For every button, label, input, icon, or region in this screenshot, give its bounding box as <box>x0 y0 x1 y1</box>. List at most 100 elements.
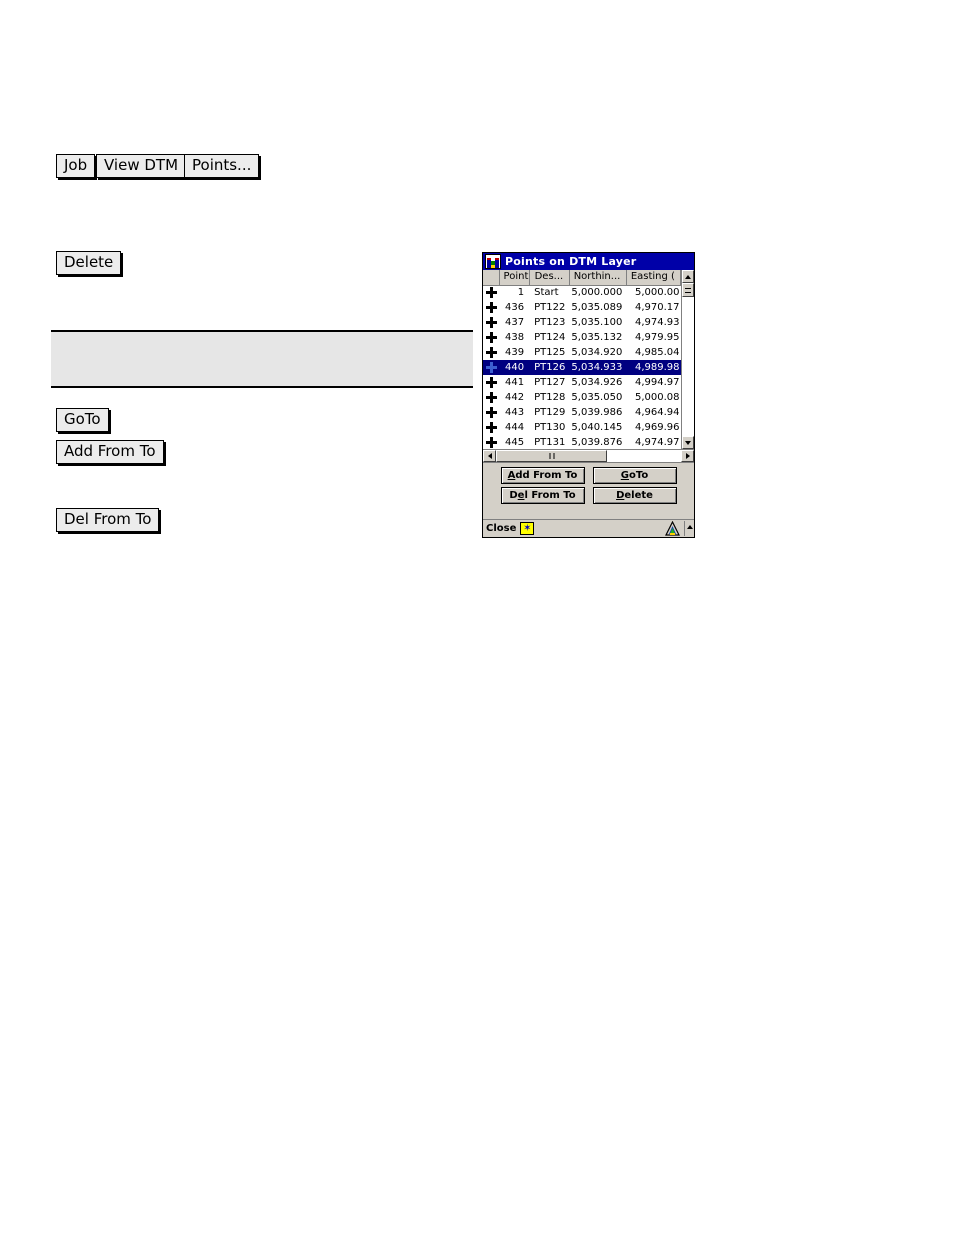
cell-easting: 4,985.04 <box>634 347 680 358</box>
button-row-top: Add From To GoTo <box>500 467 677 484</box>
cell-easting: 5,000.00 <box>634 287 680 299</box>
points-grid-viewport: Point Des... Northin... Easting ( 1 Start… <box>483 270 681 449</box>
cell-description: PT126 <box>529 360 570 375</box>
doc-button-del-from-to[interactable]: Del From To <box>56 508 160 532</box>
doc-button-goto[interactable]: GoTo <box>56 408 109 432</box>
horizontal-scrollbar[interactable] <box>483 450 694 463</box>
cell-description: Start <box>534 287 559 299</box>
dialog-titlebar: Points on DTM Layer <box>483 253 694 270</box>
scroll-down-button[interactable] <box>682 436 694 449</box>
table-row[interactable]: 441 PT127 5,034.926 4,994.97 <box>483 375 681 390</box>
column-header-icon[interactable] <box>483 270 500 286</box>
cell-easting: 4,974.97 <box>634 437 680 448</box>
table-header-row: Point Des... Northin... Easting ( <box>483 270 681 286</box>
cell-easting: 4,994.97 <box>634 377 680 388</box>
star-button-icon[interactable] <box>520 522 535 535</box>
del-from-to-button[interactable]: Del From To <box>500 487 585 504</box>
table-row[interactable]: 440 PT126 5,034.933 4,989.98 <box>483 360 681 375</box>
table-row[interactable]: 444 PT130 5,040.145 4,969.96 <box>483 420 681 435</box>
doc-button-job[interactable]: Job <box>56 154 96 178</box>
cell-description: PT125 <box>534 347 566 358</box>
cell-northing: 5,039.986 <box>571 407 623 418</box>
document-content-box <box>51 330 473 388</box>
horizontal-scroll-thumb[interactable] <box>496 450 607 462</box>
cell-description: PT123 <box>534 317 566 328</box>
table-row[interactable]: 442 PT128 5,035.050 5,000.08 <box>483 390 681 405</box>
point-marker-icon <box>483 405 499 420</box>
doc-button-delete[interactable]: Delete <box>56 251 122 275</box>
resize-grip-icon[interactable] <box>684 521 694 536</box>
vertical-scroll-thumb[interactable] <box>682 283 694 297</box>
point-marker-icon <box>483 285 499 300</box>
cell-northing: 5,035.132 <box>571 332 623 343</box>
dialog-statusbar: Close <box>483 519 694 537</box>
cell-northing: 5,035.089 <box>571 302 623 313</box>
points-table: Point Des... Northin... Easting ( 1 Start… <box>483 270 681 449</box>
table-row[interactable]: 445 PT131 5,039.876 4,974.97 <box>483 435 681 449</box>
table-row[interactable]: 1 Start 5,000.000 5,000.00 <box>483 285 681 300</box>
cell-description: PT122 <box>534 302 566 313</box>
binoculars-icon <box>485 254 501 269</box>
table-row[interactable]: 439 PT125 5,034.920 4,985.04 <box>483 345 681 360</box>
point-marker-icon <box>483 375 499 390</box>
goto-button[interactable]: GoTo <box>592 467 677 484</box>
table-row[interactable]: 437 PT123 5,035.100 4,974.93 <box>483 315 681 330</box>
point-marker-icon <box>483 315 499 330</box>
points-grid-container: Point Des... Northin... Easting ( 1 Start… <box>483 270 694 450</box>
table-row[interactable]: 436 PT122 5,035.089 4,970.17 <box>483 300 681 315</box>
cell-easting: 4,979.95 <box>634 332 680 343</box>
cell-northing: 5,000.000 <box>571 287 623 299</box>
cell-description: PT127 <box>534 377 566 388</box>
scroll-right-button[interactable] <box>681 450 694 462</box>
column-header-northing[interactable]: Northin... <box>569 270 627 286</box>
dialog-title: Points on DTM Layer <box>505 255 637 268</box>
horizontal-scroll-track[interactable] <box>496 450 681 462</box>
point-marker-icon <box>483 420 499 435</box>
table-row[interactable]: 443 PT129 5,039.986 4,964.94 <box>483 405 681 420</box>
cell-northing: 5,034.920 <box>571 347 623 358</box>
cell-point: 439 <box>505 347 525 358</box>
cell-easting: 4,989.98 <box>626 360 681 375</box>
cell-point: 443 <box>505 407 525 418</box>
cell-northing: 5,040.145 <box>571 422 623 433</box>
cell-point: 437 <box>505 317 525 328</box>
point-marker-icon <box>483 360 500 375</box>
table-row[interactable]: 438 PT124 5,035.132 4,979.95 <box>483 330 681 345</box>
vertical-scrollbar[interactable] <box>681 270 694 449</box>
doc-button-view-dtm[interactable]: View DTM <box>96 154 187 178</box>
point-marker-icon <box>483 330 499 345</box>
cell-description: PT129 <box>534 407 566 418</box>
points-on-dtm-layer-dialog: Points on DTM Layer Point Des... Northin… <box>482 252 695 538</box>
cell-easting: 5,000.08 <box>634 392 680 403</box>
cell-point: 442 <box>505 392 525 403</box>
doc-button-add-from-to[interactable]: Add From To <box>56 440 164 464</box>
column-header-description[interactable]: Des... <box>529 270 570 286</box>
cell-point: 441 <box>505 377 525 388</box>
point-marker-icon <box>483 345 499 360</box>
vertical-scroll-track[interactable] <box>682 283 694 436</box>
dialog-button-panel: Add From To GoTo Del From To Delete <box>483 463 694 519</box>
cell-description: PT131 <box>534 437 566 448</box>
cell-description: PT124 <box>534 332 566 343</box>
cell-point: 436 <box>505 302 525 313</box>
delete-button[interactable]: Delete <box>592 487 677 504</box>
scroll-up-button[interactable] <box>682 270 694 283</box>
close-button[interactable]: Close <box>486 523 516 534</box>
column-header-point[interactable]: Point <box>499 270 530 286</box>
cell-easting: 4,974.93 <box>634 317 680 328</box>
point-marker-icon <box>483 435 499 449</box>
scroll-left-button[interactable] <box>483 450 496 462</box>
cell-easting: 4,964.94 <box>634 407 680 418</box>
survey-triangle-icon[interactable] <box>665 520 680 536</box>
add-from-to-button[interactable]: Add From To <box>500 467 585 484</box>
doc-button-points[interactable]: Points... <box>184 154 260 178</box>
cell-northing: 5,034.926 <box>571 377 623 388</box>
button-row-bottom: Del From To Delete <box>500 487 677 504</box>
cell-northing: 5,039.876 <box>571 437 623 448</box>
cell-point: 1 <box>517 287 525 299</box>
column-header-easting[interactable]: Easting ( <box>626 270 681 286</box>
cell-point: 444 <box>505 422 525 433</box>
cell-northing: 5,035.100 <box>571 317 623 328</box>
cell-northing: 5,035.050 <box>571 392 623 403</box>
cell-easting: 4,970.17 <box>634 302 680 313</box>
